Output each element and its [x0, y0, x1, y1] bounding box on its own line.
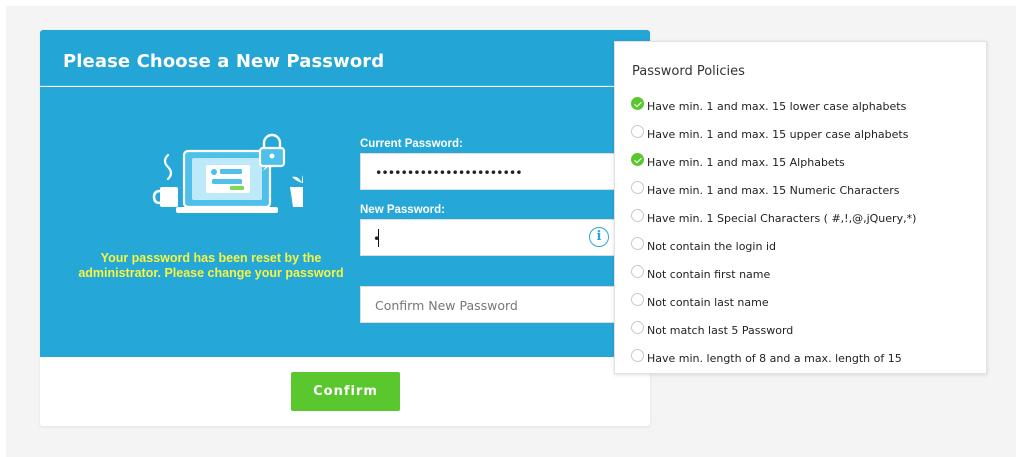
policy-text: Not contain last name	[647, 296, 769, 309]
text-caret	[378, 229, 379, 247]
empty-circle-icon	[631, 237, 644, 250]
empty-circle-icon	[631, 293, 644, 306]
password-policies-panel: Password Policies Have min. 1 and max. 1…	[614, 41, 987, 374]
policy-text: Not match last 5 Password	[647, 324, 794, 337]
policy-text: Have min. 1 and max. 15 lower case alpha…	[647, 100, 907, 113]
page-title: Please Choose a New Password	[63, 51, 385, 72]
reset-message: Your password has been reset by the admi…	[78, 251, 344, 280]
laptop-lock-illustration-icon	[152, 133, 303, 213]
policy-text: Have min. length of 8 and a max. length …	[647, 352, 902, 365]
policy-text: Not contain the login id	[647, 240, 776, 253]
confirm-password-placeholder: Confirm New Password	[375, 298, 518, 313]
empty-circle-icon	[631, 181, 644, 194]
empty-circle-icon	[631, 265, 644, 278]
policy-text: Have min. 1 Special Characters ( #,!,@,j…	[647, 212, 917, 225]
new-password-value: •	[373, 231, 381, 246]
empty-circle-icon	[631, 125, 644, 138]
empty-circle-icon	[631, 349, 644, 362]
policy-text: Not contain first name	[647, 268, 771, 281]
info-icon[interactable]: i	[589, 227, 609, 247]
card-body: Your password has been reset by the admi…	[40, 87, 650, 357]
policy-text: Have min. 1 and max. 15 Numeric Characte…	[647, 184, 900, 197]
current-password-value: •••••••••••••••••••••••	[375, 165, 523, 180]
change-password-card: Please Choose a New Password Your passwo…	[40, 30, 650, 426]
confirm-button[interactable]: Confirm	[291, 372, 400, 411]
card-header: Please Choose a New Password	[40, 30, 650, 86]
current-password-input[interactable]: •••••••••••••••••••••••	[360, 153, 620, 190]
policies-title: Password Policies	[632, 64, 745, 79]
check-circle-icon	[631, 97, 644, 110]
current-password-label: Current Password:	[360, 138, 463, 150]
confirm-password-input[interactable]: Confirm New Password	[360, 286, 620, 323]
empty-circle-icon	[631, 321, 644, 334]
policy-text: Have min. 1 and max. 15 upper case alpha…	[647, 128, 909, 141]
empty-circle-icon	[631, 209, 644, 222]
policy-text: Have min. 1 and max. 15 Alphabets	[647, 156, 845, 169]
check-circle-icon	[631, 153, 644, 166]
new-password-input[interactable]: • i	[360, 219, 620, 256]
new-password-label: New Password:	[360, 204, 445, 216]
